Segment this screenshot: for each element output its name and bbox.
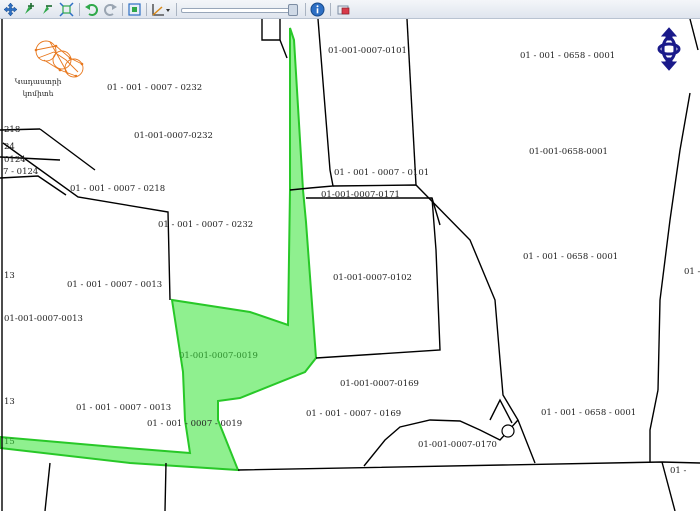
- zoom-slider[interactable]: [181, 4, 298, 16]
- zoom-in-icon[interactable]: [22, 2, 37, 17]
- parcel-label-partial: 218: [4, 125, 20, 135]
- logo-text-line1: Կադաստրի: [15, 77, 62, 86]
- parcel-label: 01 - 001 - 0007 - 0232: [158, 220, 253, 230]
- zoom-slider-thumb[interactable]: [288, 4, 298, 16]
- back-arrow-icon[interactable]: [84, 2, 99, 17]
- logo-text-line2: կոմիտե: [23, 89, 54, 98]
- parcel-label: 01 - 001 - 0007 - 0232: [107, 83, 202, 93]
- map-canvas[interactable]: Կադաստրի կոմիտե 01 - 001 - 0007 - 0232 0…: [0, 19, 700, 511]
- parcel-circle-marker: [501, 424, 515, 438]
- parcel-label-partial: 15: [4, 437, 15, 447]
- parcel-label: 01 - 001 - 0007 - 0101: [334, 168, 429, 178]
- parcel-label: 01-001-0007-0102: [333, 273, 412, 283]
- parcel-label: 01 - 001 - 0007 - 0169: [306, 409, 401, 419]
- map-toolbar: [0, 0, 700, 19]
- full-extent-icon[interactable]: [59, 2, 74, 17]
- parcel-label: 01-001-0007-0170: [418, 440, 497, 450]
- zoom-window-icon[interactable]: [127, 2, 142, 17]
- pan-navigator-icon[interactable]: [657, 27, 681, 71]
- parcel-label-partial: 01 -: [684, 267, 700, 277]
- measure-ruler-icon[interactable]: [151, 2, 171, 17]
- parcel-label: 01 - 001 - 0658 - 0001: [520, 51, 615, 61]
- parcel-labels: 01 - 001 - 0007 - 0232 01-001-0007-0232 …: [3, 46, 700, 476]
- parcel-label: 01 - 001 - 0658 - 0001: [523, 252, 618, 262]
- parcel-label: 01 - 001 - 0658 - 0001: [541, 408, 636, 418]
- parcel-boundaries: [0, 19, 700, 511]
- parcel-label: 01-001-0007-0013: [4, 314, 83, 324]
- parcel-label-highlighted: 01-001-0007-0019: [179, 351, 258, 361]
- parcel-label-partial: 13: [4, 271, 15, 281]
- zoom-out-icon[interactable]: [40, 2, 55, 17]
- parcel-label: 01-001-0007-0169: [340, 379, 419, 389]
- parcel-label: 01-001-0007-0171: [321, 190, 400, 200]
- parcel-label-partial: 24: [4, 142, 15, 152]
- parcel-label-partial: 0124: [4, 155, 26, 165]
- parcel-label: 01-001-0007-0101: [328, 46, 407, 56]
- network-globe-icon: [35, 40, 84, 78]
- parcel-label-partial: 01 -: [670, 466, 687, 476]
- parcel-label: 01-001-0658-0001: [529, 147, 608, 157]
- parcel-label: 01 - 001 - 0007 - 0218: [70, 184, 165, 194]
- parcel-label: 01 - 001 - 0007 - 0013: [76, 403, 171, 413]
- info-icon[interactable]: [310, 2, 325, 17]
- parcel-label: 01 - 001 - 0007 - 0013: [67, 280, 162, 290]
- parcel-label: 01 - 001 - 0007 - 0019: [147, 419, 242, 429]
- cadastre-logo: Կադաստրի կոմիտե: [15, 40, 84, 98]
- parcel-label: 01-001-0007-0232: [134, 131, 213, 141]
- forward-arrow-icon[interactable]: [103, 2, 118, 17]
- pan-arrows-icon[interactable]: [3, 2, 18, 17]
- eraser-icon[interactable]: [336, 2, 351, 17]
- parcel-label-partial: 13: [4, 397, 15, 407]
- parcel-label-partial: 7 - 0124: [3, 167, 38, 177]
